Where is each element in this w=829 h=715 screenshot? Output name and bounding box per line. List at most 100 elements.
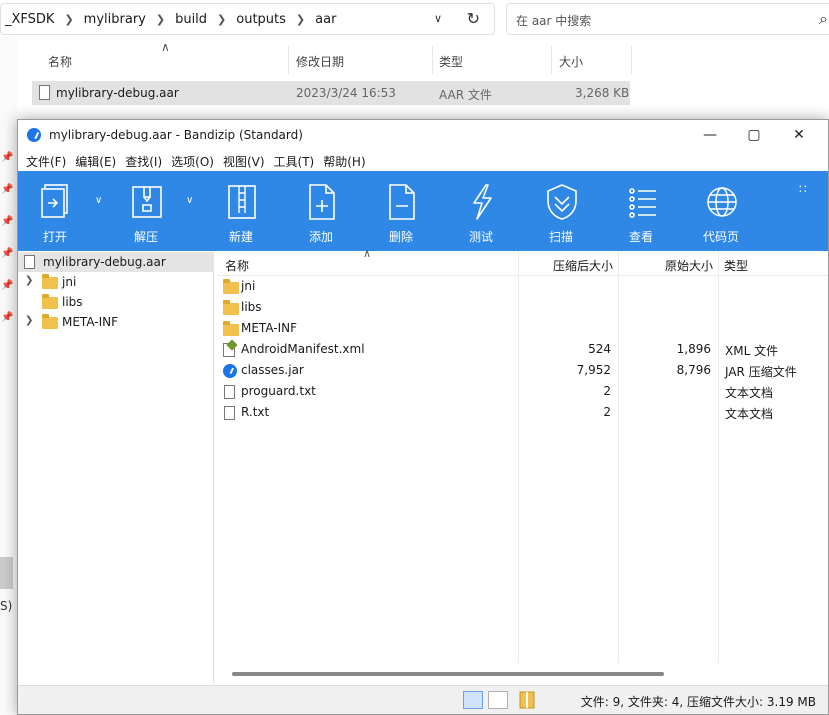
tree-root-label: mylibrary-debug.aar: [43, 255, 166, 269]
list-row[interactable]: AndroidManifest.xml 524 1,896 XML 文件: [217, 339, 828, 360]
column-type[interactable]: 类型: [724, 257, 748, 274]
file-row[interactable]: mylibrary-debug.aar 2023/3/24 16:53 AAR …: [32, 81, 630, 105]
extract-button[interactable]: 解压: [114, 171, 178, 251]
row-name: AndroidManifest.xml: [241, 342, 365, 356]
breadcrumb-item[interactable]: mylibrary: [80, 12, 150, 27]
menu-help[interactable]: 帮助(H): [321, 153, 372, 170]
address-bar[interactable]: _XFSDK ❯ mylibrary ❯ build ❯ outputs ❯ a…: [0, 3, 495, 35]
search-icon[interactable]: ⌕: [819, 9, 828, 29]
column-size[interactable]: 大小: [559, 53, 583, 70]
horizontal-scrollbar[interactable]: [232, 672, 664, 676]
window-title: mylibrary-debug.aar - Bandizip (Standard…: [49, 128, 303, 142]
archive-status-icon: [519, 691, 539, 709]
menu-tools[interactable]: 工具(T): [272, 153, 322, 170]
list-row[interactable]: R.txt 2 文本文档: [217, 402, 828, 423]
file-name: mylibrary-debug.aar: [56, 86, 179, 100]
column-date[interactable]: 修改日期: [296, 53, 344, 70]
chevron-right-icon: ❯: [295, 12, 306, 26]
chevron-right-icon[interactable]: ❯: [25, 275, 33, 286]
view-label: 查看: [628, 230, 653, 244]
column-original-size[interactable]: 原始大小: [665, 257, 713, 274]
pin-icon: 📌: [1, 280, 14, 291]
file-type: AAR 文件: [439, 88, 492, 102]
chevron-right-icon: ❯: [64, 12, 74, 26]
jar-file-icon: [223, 364, 237, 378]
column-compressed-size[interactable]: 压缩后大小: [553, 257, 613, 274]
test-button[interactable]: 测试: [449, 171, 513, 251]
menu-options[interactable]: 选项(O): [169, 153, 221, 170]
delete-button[interactable]: 删除: [369, 171, 433, 251]
menu-edit[interactable]: 编辑(E): [73, 153, 123, 170]
list-row[interactable]: META-INF: [217, 318, 828, 339]
row-name: jni: [241, 279, 256, 293]
minimize-button[interactable]: —: [690, 124, 730, 146]
menu-view[interactable]: 视图(V): [221, 153, 272, 170]
row-type: XML 文件: [725, 344, 779, 358]
list-row[interactable]: proguard.txt 2 文本文档: [217, 381, 828, 402]
row-compressed: 2: [603, 405, 611, 419]
refresh-icon[interactable]: ↻: [467, 9, 480, 28]
new-archive-button[interactable]: 新建: [209, 171, 273, 251]
search-input[interactable]: 在 aar 中搜索 ⌕: [506, 3, 829, 35]
codepage-button[interactable]: 代码页: [689, 171, 753, 251]
chevron-right-icon: ❯: [155, 12, 166, 26]
sort-up-icon: ∧: [363, 247, 372, 260]
file-size: 3,268 KB: [575, 86, 630, 100]
folder-icon: [42, 314, 58, 329]
navigation-pane: 📌 📌 📌 📌 📌 📌: [0, 36, 17, 715]
view-list-icon: [629, 188, 656, 218]
row-type: 文本文档: [725, 386, 774, 400]
chevron-right-icon[interactable]: ❯: [25, 315, 33, 326]
folder-icon: [42, 274, 58, 289]
title-bar[interactable]: mylibrary-debug.aar - Bandizip (Standard…: [18, 120, 828, 150]
column-name[interactable]: 名称: [225, 257, 249, 274]
grid-menu-icon[interactable]: ∷: [799, 182, 807, 196]
chevron-down-icon[interactable]: ∨: [434, 12, 442, 25]
column-divider[interactable]: [551, 46, 552, 74]
column-divider[interactable]: [432, 46, 433, 74]
open-dropdown-icon[interactable]: ∨: [95, 195, 102, 206]
maximize-button[interactable]: ▢: [734, 124, 774, 146]
tree-item-libs[interactable]: libs: [18, 292, 214, 312]
view-button[interactable]: 查看: [609, 171, 673, 251]
menu-find[interactable]: 查找(I): [123, 153, 169, 170]
row-name: classes.jar: [241, 363, 304, 377]
row-compressed: 524: [588, 342, 611, 356]
details-view-icon[interactable]: [463, 691, 483, 709]
column-divider[interactable]: [631, 46, 632, 74]
icons-view-icon[interactable]: [488, 691, 508, 709]
list-row[interactable]: libs: [217, 297, 828, 318]
tree-item-label: libs: [62, 295, 83, 309]
tree-root[interactable]: mylibrary-debug.aar: [18, 252, 214, 272]
tree-item-meta-inf[interactable]: ❯ META-INF: [18, 312, 214, 332]
menu-file[interactable]: 文件(F): [24, 153, 73, 170]
xml-file-icon: [223, 343, 235, 357]
breadcrumb-item[interactable]: build: [171, 12, 211, 27]
row-type: 文本文档: [725, 407, 774, 421]
list-row[interactable]: classes.jar 7,952 8,796 JAR 压缩文件: [217, 360, 828, 381]
nav-selected-item[interactable]: [0, 557, 13, 589]
explorer-column-header: ∧ 名称 修改日期 类型 大小: [32, 40, 632, 74]
row-compressed: 2: [603, 384, 611, 398]
breadcrumb-item[interactable]: _XFSDK: [1, 12, 58, 27]
add-button[interactable]: 添加: [289, 171, 353, 251]
status-bar: 文件: 9, 文件夹: 4, 压缩文件大小: 3.19 MB: [18, 685, 828, 714]
extract-dropdown-icon[interactable]: ∨: [186, 195, 193, 206]
extract-icon: [132, 186, 162, 218]
breadcrumb-item[interactable]: aar: [311, 12, 340, 27]
column-name[interactable]: 名称: [48, 53, 72, 70]
list-column-header: ∧ 名称 压缩后大小 原始大小 类型: [217, 247, 828, 276]
pin-icon: 📌: [1, 312, 14, 323]
close-button[interactable]: ✕: [779, 124, 819, 146]
tree-item-jni[interactable]: ❯ jni: [18, 272, 214, 292]
open-button[interactable]: 打开: [23, 171, 87, 251]
column-type[interactable]: 类型: [439, 53, 463, 70]
row-type: JAR 压缩文件: [725, 365, 797, 379]
list-row[interactable]: jni: [217, 276, 828, 297]
row-original: 1,896: [676, 342, 711, 356]
breadcrumb-item[interactable]: outputs: [232, 12, 290, 27]
column-divider[interactable]: [288, 46, 289, 74]
scan-button[interactable]: 扫描: [529, 171, 593, 251]
row-compressed: 7,952: [576, 363, 611, 377]
tree-item-label: jni: [62, 275, 77, 289]
